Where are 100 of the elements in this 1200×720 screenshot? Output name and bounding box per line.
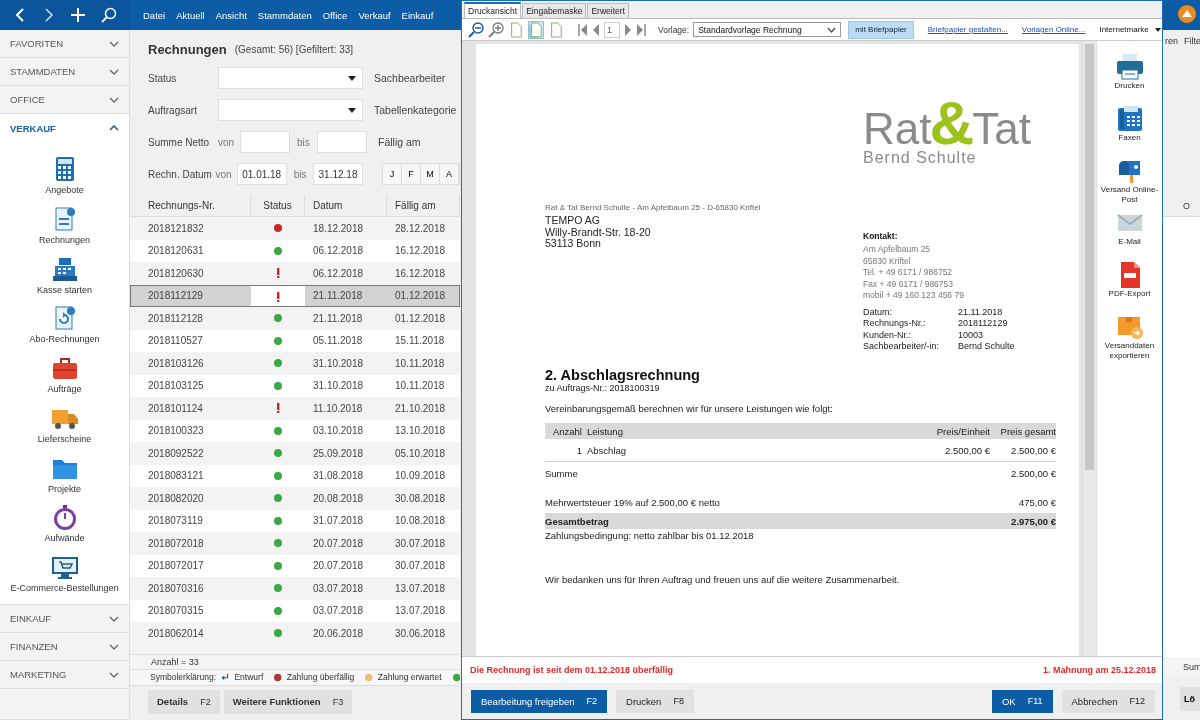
input-field[interactable]	[317, 131, 367, 153]
reminder-notice: 1. Mahnung am 25.12.2018	[1042, 665, 1156, 675]
table-row[interactable]: 2018070316 03.07.2018 13.07.2018	[130, 577, 460, 600]
sidebar-section[interactable]: EINKAUF	[0, 605, 129, 633]
page-number-field[interactable]: 1	[604, 21, 620, 38]
zoom-in-icon[interactable]	[488, 21, 504, 38]
sidebar-section[interactable]: VERKAUF	[0, 114, 129, 142]
table-cell-text: 30.06.2018	[394, 626, 447, 641]
previous-page-icon[interactable]	[592, 23, 600, 36]
table-cell-text: 20.08.2018	[312, 491, 365, 506]
dropdown-menu[interactable]: Internetmarke	[1099, 25, 1161, 34]
tab[interactable]: Druckansicht	[464, 2, 522, 18]
action-button[interactable]: Versanddaten exportieren	[1097, 313, 1162, 365]
input-field[interactable]	[240, 131, 290, 153]
action-button[interactable]: Faxen	[1097, 105, 1162, 157]
field-label: von	[215, 168, 233, 180]
page-view-icon[interactable]	[508, 20, 524, 39]
template-dropdown[interactable]: Standardvorlage Rechnung	[693, 22, 842, 37]
summary-value: 2.975,00 €	[1011, 515, 1056, 527]
sidebar-item[interactable]: Aufträge	[0, 355, 129, 405]
sidebar-item[interactable]: Kasse starten	[0, 255, 129, 306]
menu-item[interactable]: Ansicht	[215, 9, 247, 21]
action-button[interactable]: PDF-Export	[1097, 261, 1162, 313]
month-button[interactable]: M	[421, 164, 440, 184]
table-row[interactable]: 2018082020 20.08.2018 30.08.2018	[130, 487, 460, 510]
table-row[interactable]: 2018121832 18.12.2018 28.12.2018	[130, 217, 460, 240]
table-cell-text: 03.07.2018	[312, 581, 365, 596]
dialog-button[interactable]: Bearbeitung freigeben F2	[471, 689, 607, 713]
dialog-button[interactable]: OK F11	[991, 689, 1053, 713]
page-title: Rechnungen	[148, 41, 227, 57]
menu-item[interactable]: Stammdaten	[257, 9, 312, 21]
table-row[interactable]: 2018112129 21.11.2018 01.12.2018	[130, 284, 460, 307]
dialog-button[interactable]: Abbrechen F12	[1061, 689, 1155, 713]
section-label: FINANZEN	[10, 641, 58, 652]
table-cell-text: 20.07.2018	[312, 559, 365, 574]
page-view-icon[interactable]	[528, 20, 544, 39]
function-button[interactable]: Weitere Funktionen F3	[223, 689, 353, 714]
contact-heading: Kontakt:	[863, 231, 899, 241]
action-button[interactable]: Versand Online-Post	[1097, 157, 1162, 209]
date-field[interactable]: 01.01.18	[236, 163, 287, 185]
month-button[interactable]: A	[440, 164, 459, 184]
function-button[interactable]: Lö	[1180, 687, 1200, 711]
date-field[interactable]: 31.12.18	[313, 163, 363, 185]
sidebar-section[interactable]: FAVORITEN	[0, 30, 129, 58]
sidebar-item[interactable]: Aufwände	[0, 504, 129, 555]
table-row[interactable]: 2018072018 20.07.2018 30.07.2018	[130, 532, 460, 555]
table-row[interactable]: 2018103126 31.10.2018 10.11.2018	[130, 352, 460, 375]
sidebar-section[interactable]: MARKETING	[0, 661, 129, 689]
caret-icon	[348, 107, 356, 113]
sidebar-item[interactable]: Rechnungen	[0, 205, 129, 256]
column-header[interactable]: Datum	[305, 195, 387, 216]
sidebar-item[interactable]: Projekte	[0, 454, 129, 505]
table-row[interactable]: 2018062014 20.06.2018 30.06.2018	[130, 622, 460, 645]
sidebar-section[interactable]: FINANZEN	[0, 633, 129, 661]
first-page-icon[interactable]	[578, 23, 588, 36]
sidebar-item[interactable]: E-Commerce-Bestellungen	[0, 554, 129, 605]
column-header[interactable]: Fällig am	[387, 195, 460, 216]
menu-item[interactable]: Einkauf	[401, 9, 434, 21]
link[interactable]: Briefpapier gestalten...	[927, 25, 1008, 34]
field-label: Sachbearbeiter	[374, 72, 446, 84]
column-header[interactable]: Rechnungs-Nr.	[130, 195, 251, 216]
zoom-out-icon[interactable]	[468, 21, 484, 38]
last-page-icon[interactable]	[636, 23, 646, 36]
sidebar-item[interactable]: Lieferscheine	[0, 404, 129, 455]
column-header[interactable]: Status	[251, 195, 305, 216]
table-cell-text: 10.11.2018	[394, 379, 446, 394]
table-row[interactable]: 2018092522 25.09.2018 05.10.2018	[130, 442, 460, 465]
action-button[interactable]: E-Mail	[1097, 209, 1162, 261]
item-label: Abo-Rechnungen	[29, 334, 100, 345]
search-icon[interactable]	[100, 7, 117, 23]
chevron-down-icon	[109, 615, 119, 622]
menu-item[interactable]: Datei	[143, 9, 166, 21]
table-row[interactable]: 2018120630 06.12.2018 16.12.2018	[130, 262, 460, 285]
menu-item[interactable]: Office	[322, 9, 348, 21]
sidebar-item[interactable]: Abo-Rechnungen	[0, 305, 129, 356]
action-button[interactable]: Drucken	[1097, 53, 1162, 105]
table-cell-text: 2018072018	[147, 536, 205, 551]
letterhead-toggle[interactable]: mit Briefpapier	[848, 20, 914, 39]
dialog-button[interactable]: Drucken F8	[616, 689, 694, 713]
next-page-icon[interactable]	[624, 23, 632, 36]
sidebar-item[interactable]: Angebote	[0, 156, 129, 206]
table-cell-text: 2018073119	[147, 514, 204, 529]
link[interactable]: Vorlagen Online...	[1021, 25, 1086, 34]
month-button[interactable]: F	[402, 164, 421, 184]
add-icon[interactable]	[70, 7, 87, 23]
menu-item[interactable]: Verkauf	[358, 9, 391, 21]
page-view-icon[interactable]	[548, 20, 564, 39]
table-cell-text: 03.07.2018	[312, 604, 365, 619]
table-row[interactable]: 2018112128 21.11.2018 01.12.2018	[130, 307, 460, 330]
month-button[interactable]: J	[383, 164, 402, 184]
tab[interactable]: Erweitert	[587, 3, 629, 18]
menu-item[interactable]: Filte	[1184, 36, 1200, 46]
menu-item[interactable]: ren	[1165, 36, 1178, 46]
table-row[interactable]: 2018101124 11.10.2018 21.10.2018	[130, 397, 460, 420]
item-label: E-Commerce-Bestellungen	[10, 583, 119, 594]
tab[interactable]: Eingabemaske	[522, 3, 587, 18]
sidebar-section[interactable]: STAMMDATEN	[0, 58, 129, 86]
menu-item[interactable]: Aktuell	[176, 9, 205, 21]
scrollbar[interactable]	[1082, 41, 1096, 656]
function-button[interactable]: Details F2	[148, 689, 220, 714]
